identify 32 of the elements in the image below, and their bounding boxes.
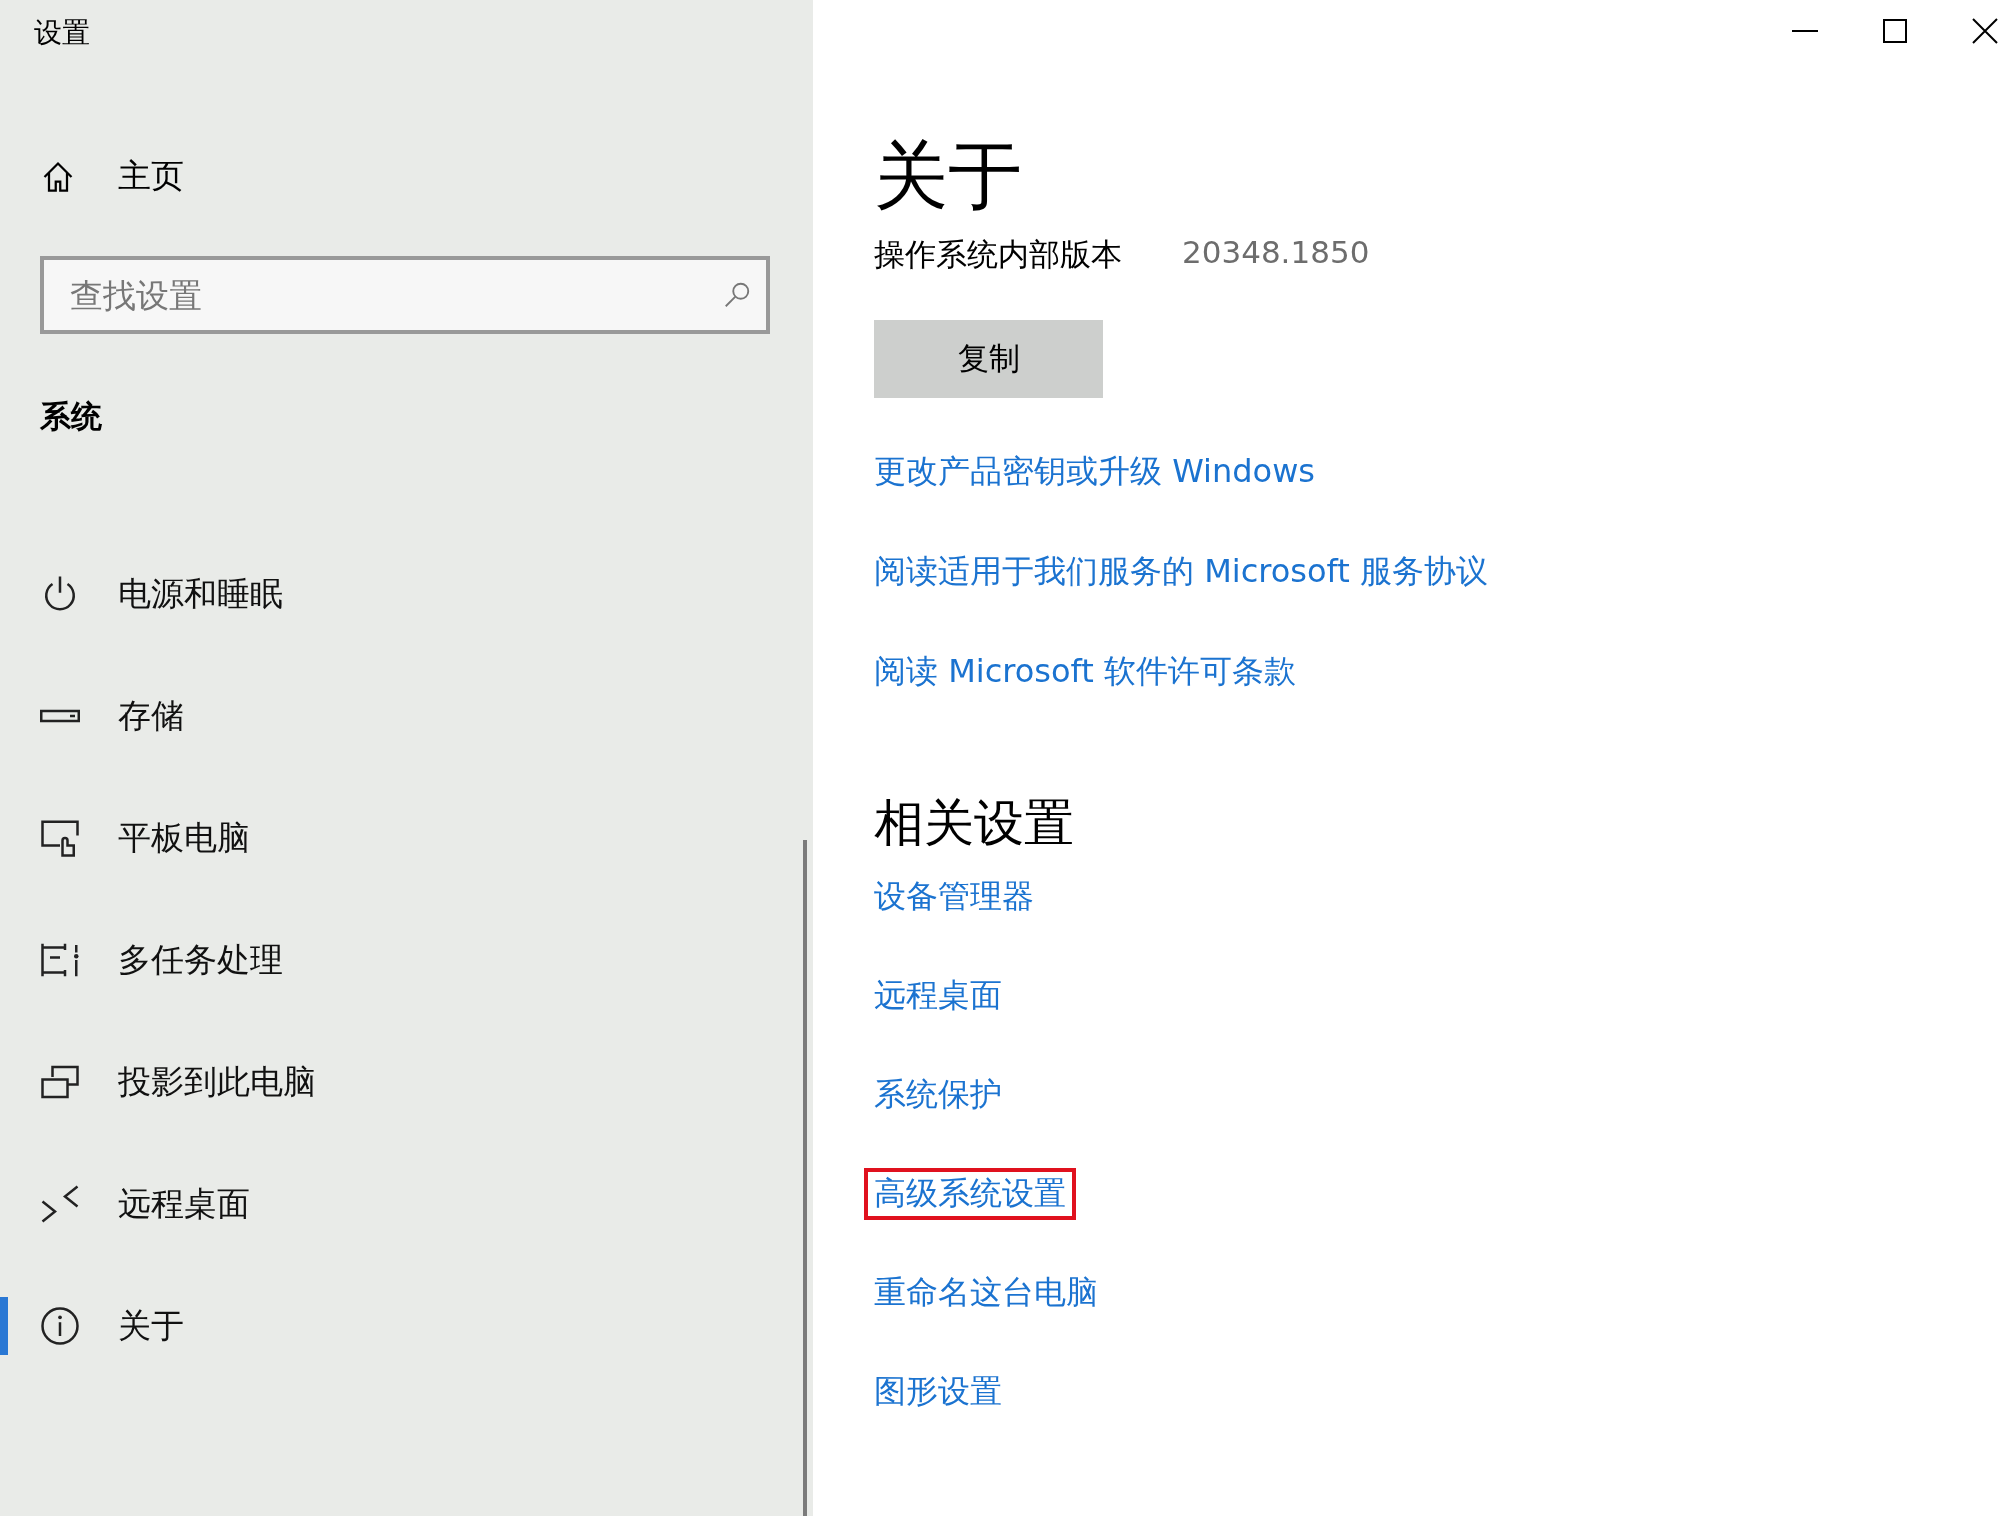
link[interactable]: 重命名这台电脑 <box>874 1271 1098 1316</box>
nav-item[interactable]: 投影到此电脑 <box>40 1051 316 1113</box>
section-heading: 系统 <box>40 397 102 436</box>
link[interactable]: 设备管理器 <box>874 875 1034 920</box>
info-icon <box>40 1306 80 1346</box>
minimize-icon <box>1790 30 1820 32</box>
scrollbar[interactable] <box>803 840 807 1516</box>
nav-item[interactable]: 远程桌面 <box>40 1173 250 1235</box>
build-label: 操作系统内部版本 <box>874 235 1122 275</box>
search-field[interactable]: 查找设置 <box>40 256 770 334</box>
search-icon <box>722 280 752 310</box>
link[interactable]: 更改产品密钥或升级 Windows <box>874 450 1315 495</box>
close-icon <box>1970 16 2000 46</box>
page-title: 关于 <box>874 135 1022 217</box>
copy-button[interactable]: 复制 <box>874 320 1103 399</box>
nav-item[interactable]: 存储 <box>40 685 184 747</box>
nav-item[interactable]: 平板电脑 <box>40 807 250 869</box>
maximize-icon <box>1880 16 1910 46</box>
section-heading: 相关设置 <box>874 793 1074 855</box>
nav-item[interactable]: 电源和睡眠 <box>40 563 283 625</box>
nav-item[interactable]: 多任务处理 <box>40 929 283 991</box>
link[interactable]: 阅读 Microsoft 软件许可条款 <box>874 650 1296 695</box>
build-value: 20348.1850 <box>1182 234 1370 273</box>
link[interactable]: 远程桌面 <box>874 974 1002 1019</box>
window-title: 设置 <box>34 15 91 51</box>
tablet-icon <box>40 818 80 858</box>
link[interactable]: 图形设置 <box>874 1370 1002 1415</box>
home-nav-item[interactable]: 主页 <box>40 154 184 199</box>
nav-item[interactable]: 关于 <box>40 1295 184 1357</box>
remote-icon <box>40 1184 80 1224</box>
link[interactable]: 阅读适用于我们服务的 Microsoft 服务协议 <box>874 550 1488 595</box>
link[interactable]: 系统保护 <box>874 1073 1002 1118</box>
